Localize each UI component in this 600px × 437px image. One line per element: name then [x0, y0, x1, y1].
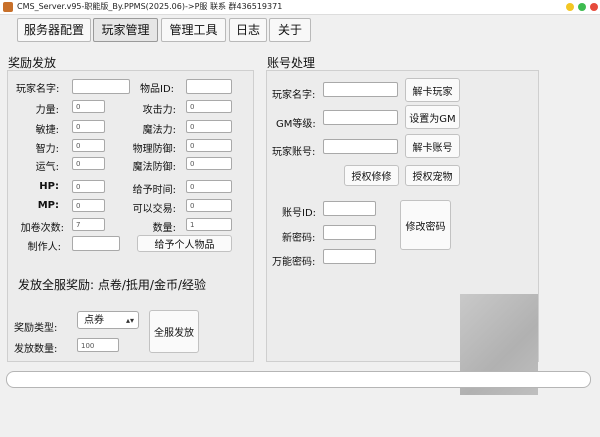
reward-section-title: 奖励发放 — [8, 56, 57, 70]
new-password-input[interactable] — [323, 225, 376, 240]
magic-defense-input[interactable]: 0 — [186, 157, 232, 170]
tab-admin-tools[interactable]: 管理工具 — [161, 18, 226, 42]
tab-server-config[interactable]: 服务器配置 — [17, 18, 91, 42]
stat-label: 智力: — [35, 144, 59, 155]
mp-input[interactable]: 0 — [72, 199, 105, 212]
global-send-button[interactable]: 全服发放 — [149, 310, 199, 353]
stat-label: 运气: — [35, 162, 59, 173]
grant-fix-button[interactable]: 授权修修 — [344, 165, 399, 186]
tradable-input[interactable]: 0 — [186, 199, 232, 212]
item-id-label: 物品ID: — [140, 84, 175, 95]
stat-label: 物理防御: — [132, 144, 176, 155]
account-player-name-input[interactable] — [323, 82, 398, 97]
account-id-label: 账号ID: — [282, 208, 317, 219]
hp-input[interactable]: 0 — [72, 180, 105, 193]
stat-label: 数量: — [152, 223, 176, 234]
minimize-icon[interactable] — [566, 3, 574, 11]
app-icon — [3, 2, 13, 12]
gm-level-label: GM等级: — [276, 119, 316, 130]
maker-label: 制作人: — [27, 242, 61, 253]
tab-logs[interactable]: 日志 — [229, 18, 267, 42]
status-bar — [6, 371, 591, 388]
app-window: CMS_Server.v95-职能版_By.PPMS(2025.06)->P服 … — [0, 0, 600, 437]
title-bar: CMS_Server.v95-职能版_By.PPMS(2025.06)->P服 … — [0, 0, 600, 15]
unstuck-player-button[interactable]: 解卡玩家 — [405, 78, 460, 102]
account-label: 玩家账号: — [272, 147, 316, 158]
stat-label: 给予时间: — [132, 185, 176, 196]
item-id-input[interactable] — [186, 79, 232, 94]
strength-input[interactable]: 0 — [72, 100, 105, 113]
stat-label: 敏捷: — [35, 125, 59, 136]
tab-bar: 服务器配置 玩家管理 管理工具 日志 关于 — [0, 14, 600, 44]
account-input[interactable] — [323, 139, 398, 154]
set-gm-button[interactable]: 设置为GM — [405, 105, 460, 129]
master-password-label: 万能密码: — [272, 257, 316, 268]
stat-label: 攻击力: — [142, 105, 176, 116]
grant-pet-button[interactable]: 授权宠物 — [405, 165, 460, 186]
bottom-area — [0, 395, 600, 437]
quantity-input[interactable]: 1 — [186, 218, 232, 231]
chevron-updown-icon: ▴▾ — [125, 316, 134, 325]
tab-about[interactable]: 关于 — [269, 18, 311, 42]
stat-label: HP: — [39, 181, 59, 192]
stat-label: 力量: — [35, 105, 59, 116]
stat-label: 魔法防御: — [132, 162, 176, 173]
amount-input[interactable]: 100 — [77, 338, 119, 352]
stat-label: 可以交易: — [132, 204, 176, 215]
change-password-button[interactable]: 修改密码 — [400, 200, 451, 250]
physical-defense-input[interactable]: 0 — [186, 139, 232, 152]
stat-label: 魔法力: — [142, 125, 176, 136]
reward-type-value: 点券 — [84, 315, 104, 326]
intelligence-input[interactable]: 0 — [72, 139, 105, 152]
global-reward-title: 发放全服奖励: 点卷/抵用/金币/经验 — [18, 278, 206, 292]
maker-input[interactable] — [72, 236, 120, 251]
dexterity-input[interactable]: 0 — [72, 120, 105, 133]
reward-player-name-label: 玩家名字: — [16, 84, 60, 95]
luck-input[interactable]: 0 — [72, 157, 105, 170]
reward-type-label: 奖励类型: — [14, 323, 58, 334]
unstuck-account-button[interactable]: 解卡账号 — [405, 134, 460, 158]
magic-input[interactable]: 0 — [186, 120, 232, 133]
window-title: CMS_Server.v95-职能版_By.PPMS(2025.06)->P服 … — [17, 2, 283, 11]
give-time-input[interactable]: 0 — [186, 180, 232, 193]
amount-label: 发放数量: — [14, 344, 58, 355]
new-password-label: 新密码: — [282, 233, 316, 244]
maximize-icon[interactable] — [578, 3, 586, 11]
tab-player-management[interactable]: 玩家管理 — [93, 18, 158, 42]
account-id-input[interactable] — [323, 201, 376, 216]
account-section-title: 账号处理 — [267, 56, 316, 70]
gm-level-input[interactable] — [323, 110, 398, 125]
close-icon[interactable] — [590, 3, 598, 11]
attack-input[interactable]: 0 — [186, 100, 232, 113]
stat-label: 加卷次数: — [20, 223, 64, 234]
blurred-region — [460, 294, 538, 411]
reward-type-select[interactable]: 点券 ▴▾ — [77, 311, 139, 329]
stat-label: MP: — [37, 200, 59, 211]
reward-player-name-input[interactable] — [72, 79, 130, 94]
scroll-count-input[interactable]: 7 — [72, 218, 105, 231]
master-password-input[interactable] — [323, 249, 376, 264]
account-player-name-label: 玩家名字: — [272, 90, 316, 101]
give-item-button[interactable]: 给予个人物品 — [137, 235, 232, 252]
